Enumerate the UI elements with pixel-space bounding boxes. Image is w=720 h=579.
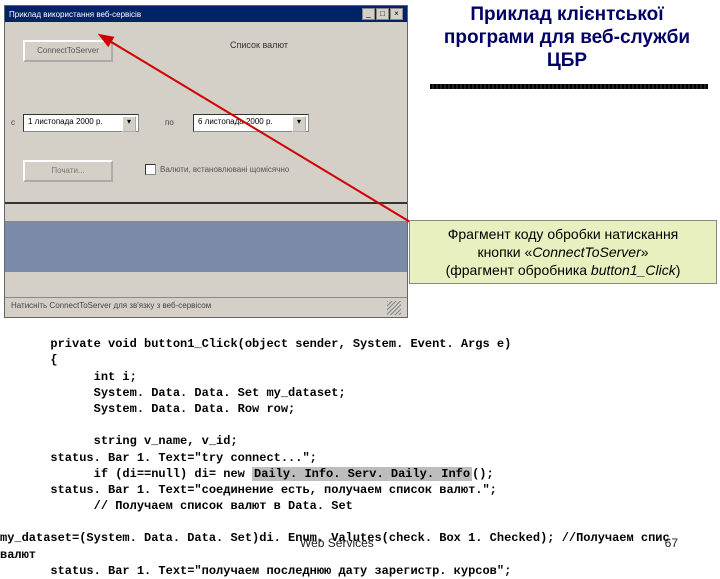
caption-handler-pre: (фрагмент обробника [446, 262, 591, 278]
status-bar: Натисніть ConnectToServer для зв'язку з … [5, 297, 407, 317]
start-button[interactable]: Почати... [23, 160, 113, 182]
title-line-3: ЦБР [547, 50, 587, 71]
date-from-dropdown[interactable]: 1 листопада 2000 р. [23, 114, 139, 132]
app-window: Приклад використання веб-сервісів _ □ × … [4, 5, 408, 318]
code-l8: status. Bar 1. Text="try connect..."; [0, 451, 317, 465]
monthly-checkbox[interactable] [145, 164, 156, 175]
minimize-button[interactable]: _ [362, 8, 375, 20]
code-l11: // Получаем список валют в Data. Set [0, 499, 353, 513]
code-l3: int i; [0, 370, 137, 384]
titlebar: Приклад використання веб-сервісів _ □ × [5, 6, 407, 22]
window-body: ConnectToServer Список валют с 1 листопа… [5, 22, 407, 317]
title-underline [430, 84, 708, 89]
grid-header [5, 204, 407, 222]
data-grid[interactable] [5, 202, 407, 272]
from-label: с [11, 118, 15, 127]
code-l1: private void button1_Click(object sender… [0, 337, 511, 351]
caption-button-name: ConnectToServer [532, 244, 640, 260]
title-line-1: Приклад клієнтської [470, 4, 663, 25]
list-label: Список валют [230, 40, 288, 50]
status-text: Натисніть ConnectToServer для зв'язку з … [11, 301, 211, 314]
close-button[interactable]: × [390, 8, 403, 20]
code-l7: string v_name, v_id; [0, 434, 238, 448]
slide-title: Приклад клієнтської програми для веб-слу… [420, 4, 714, 72]
caption-box: Фрагмент коду обробки натискання кнопки … [409, 220, 717, 284]
window-title: Приклад використання веб-сервісів [9, 10, 141, 19]
page-number: 67 [665, 536, 678, 550]
date-to-dropdown[interactable]: 6 листопада 2000 р. [193, 114, 309, 132]
caption-handler-name: button1_Click [591, 262, 676, 278]
maximize-button[interactable]: □ [376, 8, 389, 20]
caption-line-1: Фрагмент коду обробки натискання [448, 226, 679, 242]
to-label: по [165, 118, 174, 127]
titlebar-controls: _ □ × [362, 8, 403, 20]
checkbox-label: Валюти, встановлювані щомісячно [160, 165, 289, 174]
code-l9b: (); [472, 467, 494, 481]
code-l10: status. Bar 1. Text="соединение есть, по… [0, 483, 497, 497]
caption-btn-pre: кнопки « [477, 244, 532, 260]
checkbox-row: Валюти, встановлювані щомісячно [145, 164, 289, 175]
code-l14: валют [0, 548, 36, 562]
code-l9a: if (di==null) di= new [0, 467, 252, 481]
caption-btn-post: » [641, 244, 649, 260]
resize-grip-icon[interactable] [387, 301, 401, 315]
code-l5: System. Data. Data. Row row; [0, 402, 295, 416]
code-l15: status. Bar 1. Text="получаем последнюю … [0, 564, 511, 578]
title-line-2: програми для веб-служби [444, 27, 690, 48]
code-l2: { [0, 353, 58, 367]
caption-handler-post: ) [676, 262, 681, 278]
code-highlight: Daily. Info. Serv. Daily. Info [252, 467, 472, 481]
footer-title: Web Services [300, 536, 374, 550]
connect-button[interactable]: ConnectToServer [23, 40, 113, 62]
code-l4: System. Data. Data. Set my_dataset; [0, 386, 346, 400]
